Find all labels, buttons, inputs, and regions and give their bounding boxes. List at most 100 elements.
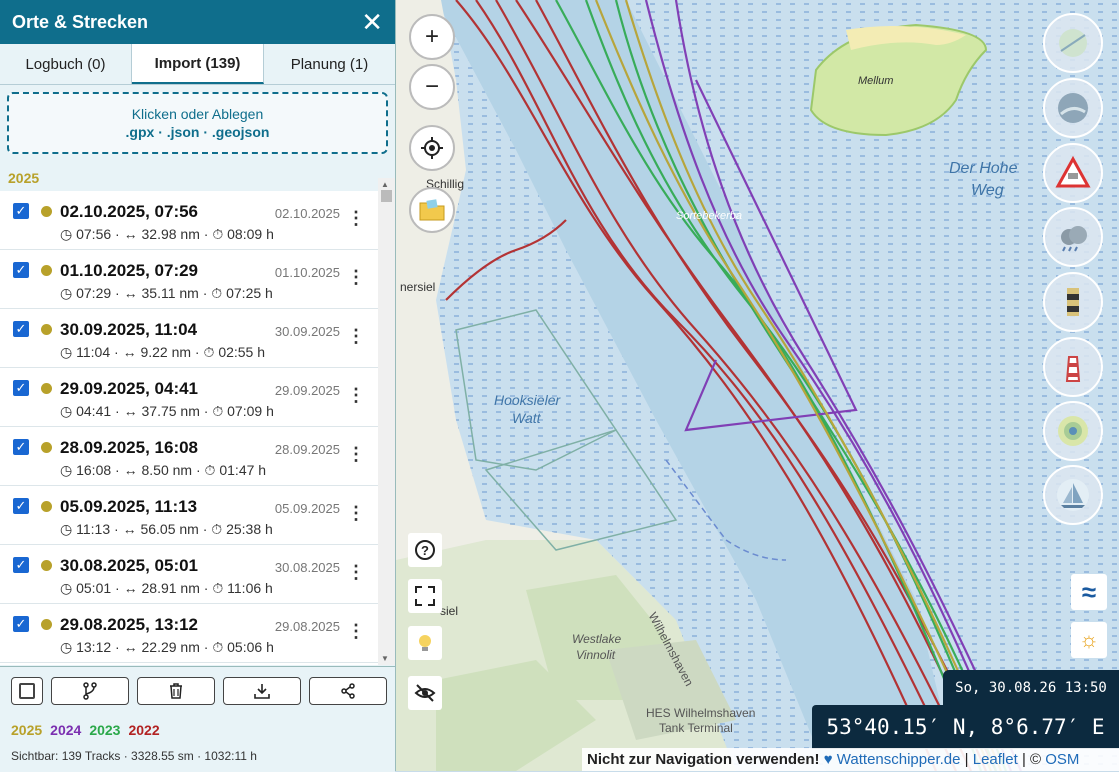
places-tracks-button[interactable] [409,187,455,233]
tab-planung[interactable]: Planung (1) [264,44,395,84]
select-all-checkbox[interactable] [11,677,43,705]
track-checkbox[interactable]: ✓ [13,380,29,396]
track-checkbox[interactable]: ✓ [13,203,29,219]
heart-icon: ♥ [823,751,833,768]
more-options-icon[interactable]: ⋮ [347,208,365,229]
scroll-up-icon[interactable]: ▲ [381,180,389,189]
tips-button[interactable] [408,626,442,660]
track-start: 11:04 [76,344,111,360]
layer-warnings-button[interactable] [1043,143,1103,203]
track-distance: 32.98 nm [141,226,200,242]
track-checkbox[interactable]: ✓ [13,321,29,337]
legend-2023[interactable]: 2023 [89,722,120,738]
label-mellum: Mellum [858,75,894,87]
track-start: 05:01 [76,580,112,596]
track-checkbox[interactable]: ✓ [13,262,29,278]
layer-base-map-button[interactable] [1043,13,1103,73]
close-icon[interactable]: ✕ [361,9,383,35]
more-options-icon[interactable]: ⋮ [347,503,365,524]
layer-depth-button[interactable] [1043,78,1103,138]
layer-sailing-button[interactable] [1043,465,1103,525]
stopwatch-icon: ⏱ [212,403,224,419]
map-view[interactable]: Mellum Der Hohe Weg Schillig Sortebekerb… [396,0,1119,771]
download-button[interactable] [223,677,301,705]
track-title: 29.09.2025, 04:41 [60,379,199,398]
track-start: 11:13 [76,521,111,537]
tab-logbuch[interactable]: Logbuch (0) [0,44,132,84]
track-checkbox[interactable]: ✓ [13,439,29,455]
help-button[interactable]: ? [408,533,442,567]
track-row[interactable]: ✓ 05.09.2025, 11:13 05.09.2025 ◷ 11:13 · ↔ … [0,486,378,545]
year-group-header[interactable]: 2025 [0,165,395,191]
locate-button[interactable] [409,125,455,171]
distance-icon: ↔ [123,285,138,301]
track-start: 07:56 [76,226,112,242]
track-row[interactable]: ✓ 29.09.2025, 04:41 29.09.2025 ◷ 04:41 · ↔ … [0,368,378,427]
track-checkbox[interactable]: ✓ [13,616,29,632]
merge-button[interactable] [51,677,129,705]
legend-2022[interactable]: 2022 [128,722,159,738]
dropzone-hint: Klicken oder Ablegen [131,106,264,122]
distance-icon: ↔ [122,344,137,360]
daylight-button[interactable]: ☼ [1071,622,1107,658]
scroll-down-icon[interactable]: ▼ [381,654,389,663]
more-options-icon[interactable]: ⋮ [347,562,365,583]
zoom-in-button[interactable]: + [409,14,455,60]
more-options-icon[interactable]: ⋮ [347,621,365,642]
visible-stats: Sichtbar: 139 Tracks · 3328.55 sm · 1032… [11,749,257,763]
track-distance: 28.91 nm [141,580,200,596]
tide-button[interactable]: ≈ [1071,574,1107,610]
trash-icon [170,683,182,699]
legend-2025[interactable]: 2025 [11,722,42,738]
delete-button[interactable] [137,677,215,705]
track-row[interactable]: ✓ 30.08.2025, 05:01 30.08.2025 ◷ 05:01 · ↔ … [0,545,378,604]
legend-2024[interactable]: 2024 [50,722,81,738]
track-checkbox[interactable]: ✓ [13,557,29,573]
navigation-warning: Nicht zur Navigation verwenden! [587,751,820,768]
tab-import[interactable]: Import (139) [132,44,264,84]
layer-lighthouse-button[interactable] [1043,337,1103,397]
file-dropzone[interactable]: Klicken oder Ablegen .gpx · .json · .geo… [7,92,388,154]
more-options-icon[interactable]: ⋮ [347,444,365,465]
osm-link[interactable]: OSM [1045,751,1079,768]
clock-icon: ◷ [60,226,73,242]
leaflet-link[interactable]: Leaflet [973,751,1018,768]
track-row[interactable]: ✓ 02.10.2025, 07:56 02.10.2025 ◷ 07:56 · ↔ … [0,191,378,250]
panel-title: Orte & Strecken [12,11,149,32]
track-checkbox[interactable]: ✓ [13,498,29,514]
track-date: 01.10.2025 [274,265,340,280]
track-summary: ◷ 07:56 · ↔ 32.98 nm · ⏱ 08:09 h [60,226,274,242]
layer-seamarks-button[interactable] [1043,272,1103,332]
more-options-icon[interactable]: ⋮ [347,267,365,288]
list-scrollbar[interactable]: ▲ ▼ [378,178,395,665]
panel-tabs: Logbuch (0) Import (139) Planung (1) [0,44,395,85]
track-duration: 07:25 h [226,285,273,301]
track-title: 30.08.2025, 05:01 [60,556,199,575]
layer-weather-button[interactable] [1043,207,1103,267]
track-row[interactable]: ✓ 29.08.2025, 13:12 29.08.2025 ◷ 13:12 · ↔ … [0,604,378,663]
track-date: 02.10.2025 [274,206,340,221]
panel-header: Orte & Strecken ✕ [0,0,395,44]
track-row[interactable]: ✓ 28.09.2025, 16:08 28.09.2025 ◷ 16:08 · ↔ … [0,427,378,486]
track-duration: 11:06 h [227,580,273,596]
label-hes-2: Tank Terminal [659,721,733,735]
scrollbar-thumb[interactable] [381,190,392,202]
distance-icon: ↔ [123,462,138,478]
buoy-icon [1067,288,1079,316]
share-button[interactable] [309,677,387,705]
fullscreen-button[interactable] [408,579,442,613]
track-date: 30.08.2025 [274,560,340,575]
layer-radius-button[interactable] [1043,401,1103,461]
track-date: 29.08.2025 [274,619,340,634]
more-options-icon[interactable]: ⋮ [347,326,365,347]
track-title: 28.09.2025, 16:08 [60,438,199,457]
zoom-out-button[interactable]: − [409,64,455,110]
stopwatch-icon: ⏱ [212,639,224,655]
track-row[interactable]: ✓ 01.10.2025, 07:29 01.10.2025 ◷ 07:29 · ↔ … [0,250,378,309]
wattenschipper-link[interactable]: Wattenschipper.de [837,751,961,768]
hide-tracks-button[interactable] [408,676,442,710]
track-row[interactable]: ✓ 30.09.2025, 11:04 30.09.2025 ◷ 11:04 · ↔ … [0,309,378,368]
more-options-icon[interactable]: ⋮ [347,385,365,406]
map-layer-icon [1059,29,1087,57]
track-distance: 9.22 nm [140,344,192,360]
